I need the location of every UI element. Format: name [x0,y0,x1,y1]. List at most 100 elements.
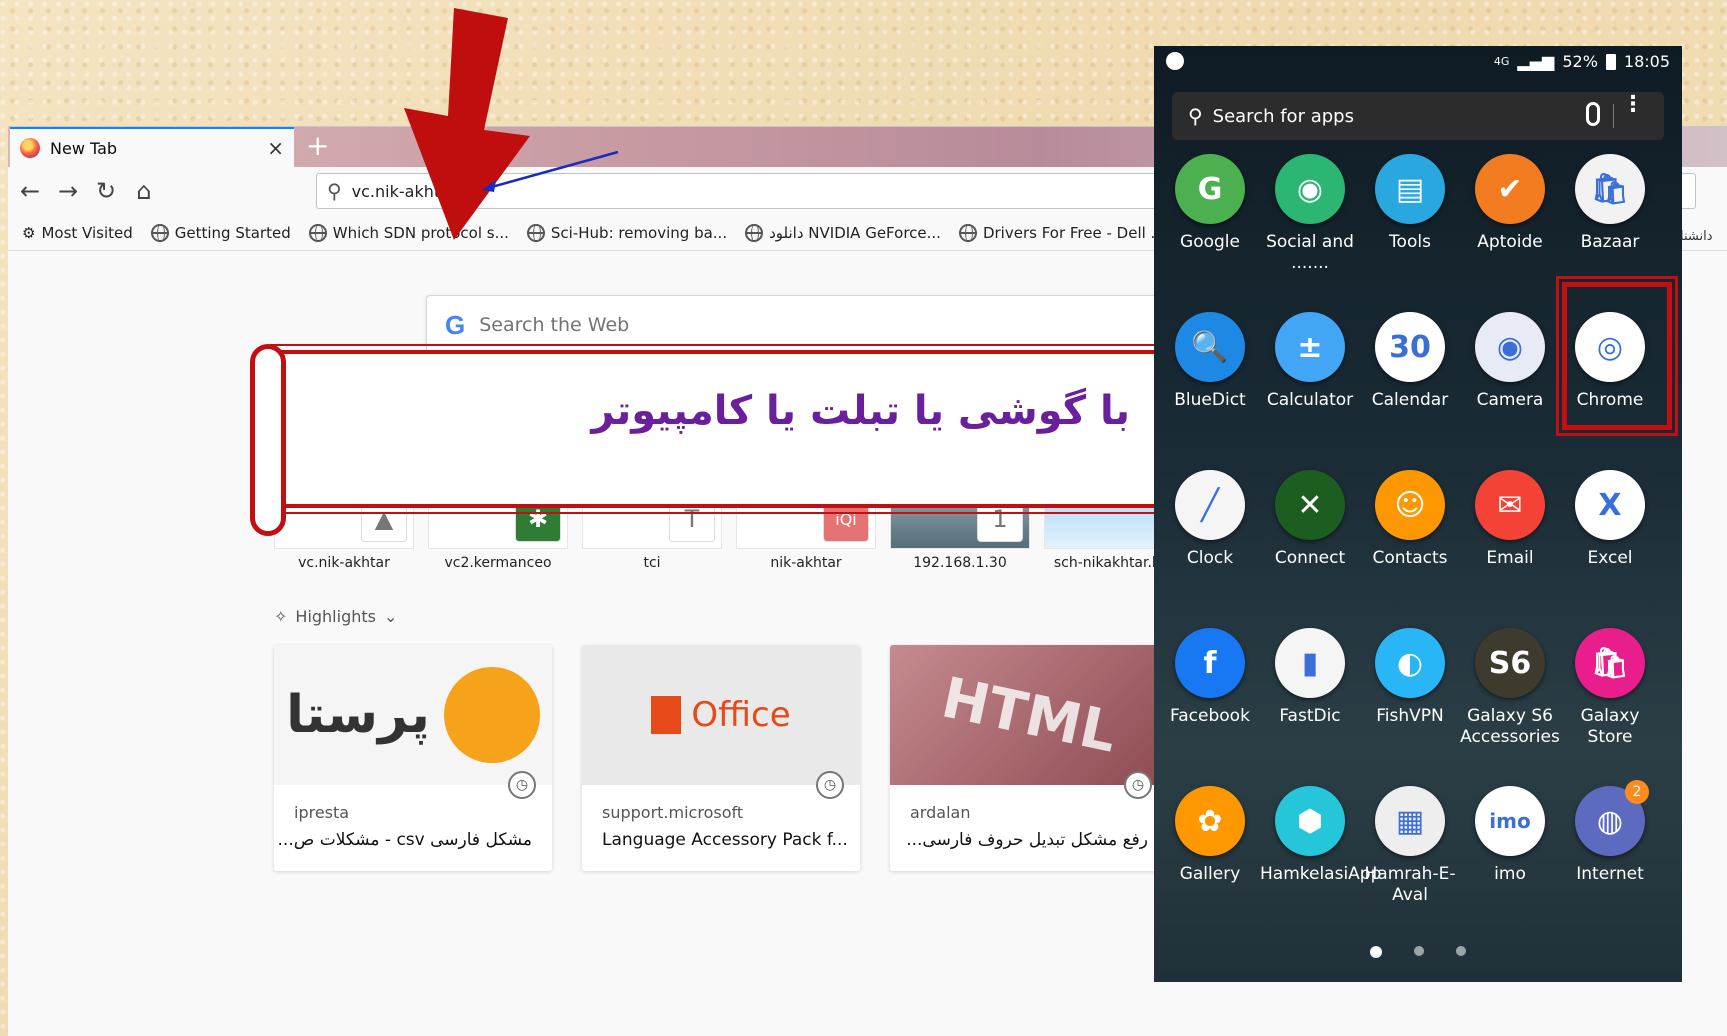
bookmark-most-visited[interactable]: ⚙ Most Visited [22,224,133,242]
reload-icon[interactable]: ↻ [90,177,122,205]
app-google[interactable]: G Google [1160,154,1260,253]
app-name: FastDic [1279,706,1341,726]
app-icon: S6 [1475,628,1545,698]
app-social-and[interactable]: ◉ Social and ....... [1260,154,1360,274]
app-name: FishVPN [1376,706,1444,726]
highlight-image: HTML ◷ [890,645,1168,799]
site-label: tci [643,555,661,571]
app-gallery[interactable]: ✿ Gallery [1160,786,1260,885]
app-camera[interactable]: ◉ Camera [1460,312,1560,411]
page-indicator [1154,946,1682,958]
app-name: Camera [1476,390,1544,410]
app-name: Google [1180,232,1240,252]
app-excel[interactable]: X Excel [1560,470,1660,569]
app-icon: ⬢ [1275,786,1345,856]
app-icon: ± [1275,312,1345,382]
globe-icon [150,223,169,242]
page-dot[interactable] [1456,946,1466,956]
app-email[interactable]: ✉ Email [1460,470,1560,569]
highlights-header[interactable]: ✧ Highlights ⌄ [274,607,397,626]
app-search-placeholder: Search for apps [1212,105,1354,127]
app-name: Internet [1576,864,1644,884]
app-hamrah-e-aval[interactable]: ▦ Hamrah-E-Aval [1360,786,1460,906]
page-dot[interactable] [1414,946,1424,956]
bookmark-sci-hub[interactable]: Sci-Hub: removing ba... [526,223,728,242]
app-icon: ☺ [1375,470,1445,540]
app-hamkelasiapp[interactable]: ⬢ HamkelasiApp [1260,786,1382,885]
app-calculator[interactable]: ± Calculator [1260,312,1360,411]
app-icon: 30 [1375,312,1445,382]
search-icon: ⚲ [327,179,342,203]
bookmark-right-peek[interactable]: دانشنا [1680,229,1713,244]
highlight-card[interactable]: Office ◷ support.microsoft Language Acce… [582,645,860,871]
app-aptoide[interactable]: ✔ Aptoide [1460,154,1560,253]
app-name: HamkelasiApp [1260,864,1382,884]
app-connect[interactable]: ✕ Connect [1260,470,1360,569]
bookmark-getting-started[interactable]: Getting Started [150,223,291,242]
app-icon: 🔍 [1175,312,1245,382]
more-options-icon[interactable]: ⋮ [1622,94,1644,116]
blue-pointer-line [482,150,619,192]
app-imo[interactable]: imo imo [1460,786,1560,885]
app-contacts[interactable]: ☺ Contacts [1360,470,1460,569]
sparkle-icon: ✧ [274,607,288,626]
app-icon: f [1175,628,1245,698]
red-arrow-annotation [404,8,530,240]
status-bar: 4G ▂▄▆ 52% 18:05 [1154,46,1682,76]
bookmark-label: دانلود NVIDIA GeForce... [769,223,941,242]
bookmark-label: Most Visited [41,223,133,242]
app-tools[interactable]: ▤ Tools [1360,154,1460,253]
signal-icon: ▂▄▆ [1517,52,1555,71]
back-icon[interactable]: ← [14,177,46,205]
app-fastdic[interactable]: ▮ FastDic [1260,628,1360,727]
search-placeholder: Search the Web [479,314,630,336]
bookmark-nvidia[interactable]: دانلود NVIDIA GeForce... [745,223,941,242]
highlight-card[interactable]: HTML ◷ ardalan رفع مشکل تبدیل حروف فارسی… [890,645,1168,871]
microphone-icon[interactable] [1586,102,1600,126]
notification-badge: 2 [1625,780,1649,804]
home-icon[interactable]: ⌂ [128,177,160,205]
app-facebook[interactable]: f Facebook [1160,628,1260,727]
highlight-card[interactable]: پرستا ◷ ipresta مشکل فارسی csv - مشکلات … [274,645,552,871]
search-icon: ⚲ [1188,104,1203,128]
new-tab-button[interactable]: + [306,131,329,161]
forward-icon[interactable]: → [52,177,84,205]
app-bazaar[interactable]: 🛍 Bazaar [1560,154,1660,253]
close-tab-icon[interactable]: × [267,136,284,160]
app-icon: ▮ [1275,628,1345,698]
highlight-image-text: Office [691,695,791,735]
app-name: Tools [1389,232,1431,252]
app-fishvpn[interactable]: ◐ FishVPN [1360,628,1460,727]
site-label: vc.nik-akhtar [298,555,390,571]
app-name: imo [1494,864,1526,884]
site-label: 192.168.1.30 [913,555,1007,571]
app-icon: ✔ [1475,154,1545,224]
app-name: Hamrah-E-Aval [1364,864,1456,905]
globe-icon [308,223,327,242]
app-icon: ✿ [1175,786,1245,856]
app-galaxy-s6-accessories[interactable]: S6 Galaxy S6 Accessories [1460,628,1560,748]
firefox-icon [20,138,40,158]
highlight-image-text: HTML [935,664,1123,766]
app-calendar[interactable]: 30 Calendar [1360,312,1460,411]
app-icon: ▦ [1375,786,1445,856]
clock-icon: ◷ [508,771,536,799]
app-icon: ◉ [1475,312,1545,382]
tab-new-tab[interactable]: New Tab × [10,127,294,167]
divider [1613,104,1614,128]
bookmark-dell-drivers[interactable]: Drivers For Free - Dell ... [958,223,1165,242]
app-search-bar[interactable]: ⚲ Search for apps ⋮ [1172,92,1664,140]
app-galaxy-store[interactable]: 🛍 Galaxy Store [1560,628,1660,748]
banner-scroll-curl [250,344,286,536]
page-dot[interactable] [1370,946,1382,958]
app-internet[interactable]: ◍ 2 Internet [1560,780,1660,885]
clock-icon: ◷ [1124,771,1152,799]
app-bluedict[interactable]: 🔍 BlueDict [1160,312,1260,411]
bookmark-label: Sci-Hub: removing ba... [550,223,728,242]
navigation-icon [1166,52,1184,70]
app-clock[interactable]: ╱ Clock [1160,470,1260,569]
globe-icon [745,223,764,242]
app-name: Excel [1587,548,1633,568]
highlights-label: Highlights [295,607,376,626]
highlight-image: پرستا ◷ [274,645,552,799]
